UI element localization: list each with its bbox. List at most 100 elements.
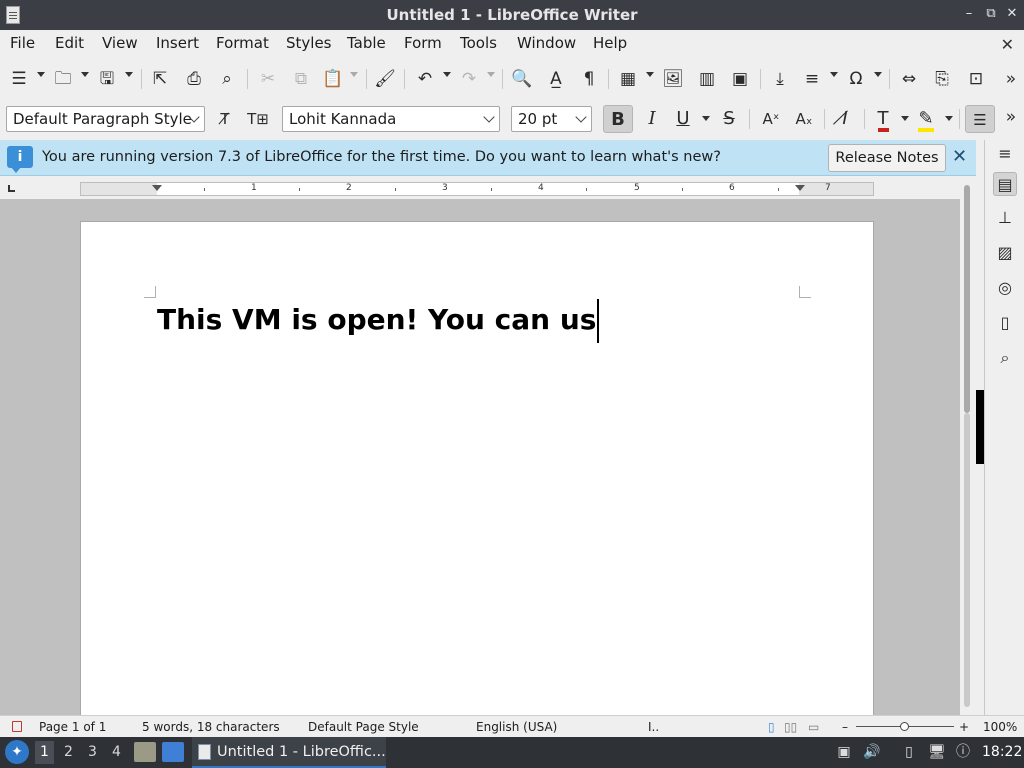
insert-image-icon[interactable]: 🖼 [662, 68, 684, 90]
print-preview-icon[interactable]: ⌕ [216, 68, 238, 90]
zoom-in-icon[interactable]: + [959, 720, 969, 734]
chevron-down-icon[interactable] [901, 116, 909, 121]
document-page[interactable]: This VM is open! You can us [80, 221, 874, 715]
menu-format[interactable]: Format [216, 34, 269, 52]
zoom-level[interactable]: 100% [983, 720, 1017, 734]
font-size-select[interactable]: 20 pt [511, 106, 592, 132]
single-page-view-icon[interactable]: ▯ [768, 720, 775, 734]
comment-icon[interactable]: ⊡ [965, 68, 987, 90]
chevron-down-icon[interactable] [443, 72, 451, 77]
clone-formatting-icon[interactable]: 🖌 [374, 68, 396, 90]
paragraph-style-select[interactable]: Default Paragraph Style [6, 106, 205, 132]
text-language[interactable]: English (USA) [476, 720, 557, 734]
close-document-icon[interactable]: ✕ [1001, 35, 1014, 54]
scrollbar-track[interactable] [964, 413, 970, 707]
chevron-down-icon[interactable] [37, 72, 45, 77]
more-formatting-chevron-icon[interactable]: » [1003, 106, 1019, 128]
word-count[interactable]: 5 words, 18 characters [142, 720, 280, 734]
menu-styles[interactable]: Styles [286, 34, 332, 52]
spelling-icon[interactable]: A̲ [545, 68, 567, 90]
close-infobar-icon[interactable]: ✕ [952, 146, 967, 167]
taskbar-task-writer[interactable]: Untitled 1 - LibreOffic... [192, 737, 386, 768]
new-style-icon[interactable]: T⊞ [243, 105, 273, 133]
insert-chart-icon[interactable]: ▥ [696, 68, 718, 90]
left-indent-marker[interactable] [152, 185, 162, 191]
more-tools-chevron-icon[interactable]: » [1003, 68, 1019, 90]
document-modified-icon[interactable] [12, 721, 22, 732]
workspace-3[interactable]: 3 [88, 744, 97, 760]
close-window-button[interactable]: ✕ [1003, 5, 1021, 23]
menu-form[interactable]: Form [404, 34, 442, 52]
open-folder-icon[interactable]: 🗀 [52, 68, 74, 90]
redo-icon[interactable]: ↷ [458, 68, 480, 90]
maximize-button[interactable]: ⧉ [982, 5, 1000, 23]
menu-edit[interactable]: Edit [55, 34, 84, 52]
style-inspector-icon[interactable]: ⌕ [993, 346, 1017, 370]
font-color-icon[interactable]: T [868, 105, 898, 133]
page-icon[interactable]: ▯ [993, 311, 1017, 335]
font-name-select[interactable]: Lohit Kannada [282, 106, 500, 132]
print-icon[interactable]: ⎙ [183, 68, 205, 90]
chevron-down-icon[interactable] [874, 72, 882, 77]
insert-table-icon[interactable]: ▦ [617, 68, 639, 90]
copy-icon[interactable]: ⧉ [290, 68, 312, 90]
sidebar-collapse-handle[interactable] [976, 390, 984, 464]
page-break-icon[interactable]: ⤓ [769, 68, 791, 90]
page-count[interactable]: Page 1 of 1 [39, 720, 106, 734]
footnote-icon[interactable]: ⎘ [931, 68, 953, 90]
menu-file[interactable]: File [10, 34, 35, 52]
file-manager-icon[interactable] [134, 742, 156, 762]
underline-button[interactable]: U [668, 105, 698, 133]
book-view-icon[interactable]: ▭ [808, 720, 819, 734]
tab-stop-type-icon[interactable] [8, 185, 15, 192]
horizontal-ruler[interactable]: 1 2 3 4 5 6 7 [80, 182, 874, 196]
update-style-icon[interactable]: T̸ [210, 105, 240, 133]
release-notes-button[interactable]: Release Notes [828, 144, 946, 172]
align-left-icon[interactable]: ☰ [965, 105, 995, 133]
styles-icon[interactable]: ⊥ [993, 206, 1017, 230]
clipboard-icon[interactable]: ▣ [835, 743, 853, 761]
insert-text-box-icon[interactable]: ▣ [729, 68, 751, 90]
minimize-button[interactable]: – [960, 5, 978, 23]
menu-tools[interactable]: Tools [460, 34, 497, 52]
updates-icon[interactable]: ⓘ [954, 743, 972, 761]
find-replace-icon[interactable]: 🔍 [511, 68, 533, 90]
menu-view[interactable]: View [102, 34, 138, 52]
export-pdf-icon[interactable]: ⇱ [149, 68, 171, 90]
multi-page-view-icon[interactable]: ▯▯ [784, 720, 797, 734]
volume-icon[interactable]: 🔊 [863, 743, 881, 761]
insert-field-icon[interactable]: ≡ [801, 68, 823, 90]
menu-insert[interactable]: Insert [156, 34, 199, 52]
special-character-icon[interactable]: Ω [845, 68, 867, 90]
formatting-marks-icon[interactable]: ¶ [578, 68, 600, 90]
chevron-down-icon[interactable] [81, 72, 89, 77]
chevron-down-icon[interactable] [945, 116, 953, 121]
save-icon[interactable]: 🖫 [96, 68, 118, 90]
chevron-down-icon[interactable] [487, 72, 495, 77]
vertical-scrollbar[interactable] [960, 177, 976, 715]
new-document-icon[interactable]: ☰ [8, 68, 30, 90]
menu-help[interactable]: Help [593, 34, 627, 52]
scrollbar-thumb[interactable] [964, 185, 970, 413]
chevron-down-icon[interactable] [702, 116, 710, 121]
highlight-color-icon[interactable]: ✎ [911, 105, 941, 133]
properties-icon[interactable]: ▤ [993, 172, 1017, 196]
clock[interactable]: 18:22 [982, 744, 1022, 760]
chevron-down-icon[interactable] [830, 72, 838, 77]
workspace-2[interactable]: 2 [64, 744, 73, 760]
page-style[interactable]: Default Page Style [308, 720, 419, 734]
italic-button[interactable]: I [637, 105, 667, 133]
start-menu-icon[interactable]: ✦ [5, 740, 29, 764]
bold-button[interactable]: B [603, 105, 633, 133]
zoom-slider-knob[interactable] [900, 722, 909, 731]
superscript-icon[interactable]: Aˣ [756, 105, 786, 133]
navigator-icon[interactable]: ◎ [993, 276, 1017, 300]
gallery-icon[interactable]: ▨ [993, 241, 1017, 265]
zoom-out-icon[interactable]: – [842, 720, 848, 734]
menu-table[interactable]: Table [347, 34, 386, 52]
chevron-down-icon[interactable] [646, 72, 654, 77]
document-text-line[interactable]: This VM is open! You can us [157, 299, 600, 343]
menu-window[interactable]: Window [517, 34, 576, 52]
subscript-icon[interactable]: Aₓ [789, 105, 819, 133]
workspace-1[interactable]: 1 [35, 741, 54, 764]
